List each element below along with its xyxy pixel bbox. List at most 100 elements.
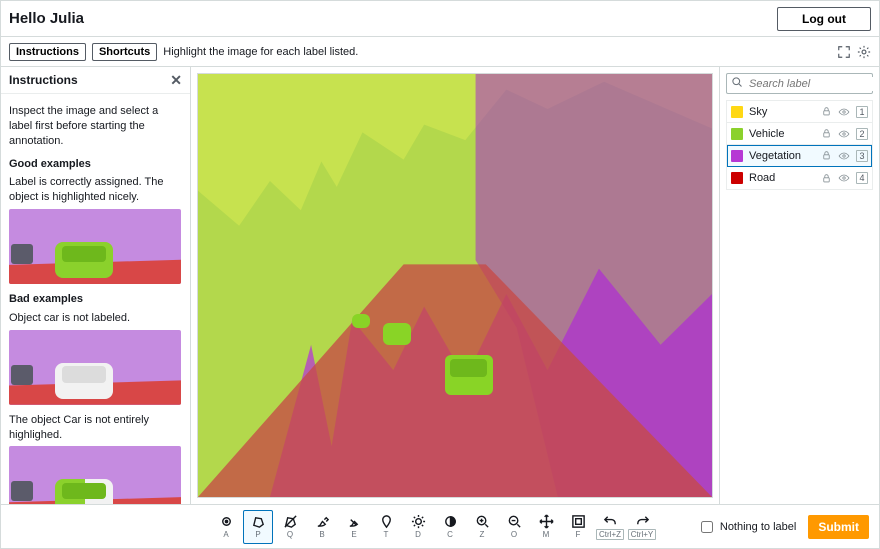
label-swatch xyxy=(731,172,743,184)
point-icon xyxy=(219,514,234,529)
tool-shortcut: E xyxy=(351,530,356,539)
zoom-in-icon xyxy=(475,514,490,529)
tool-redo-button[interactable]: Ctrl+Y xyxy=(627,510,657,544)
label-name: Sky xyxy=(749,106,814,118)
bad-example-1-text: Object car is not labeled. xyxy=(9,311,182,326)
tool-zoom-out-button[interactable]: O xyxy=(499,510,529,544)
tool-shortcut: B xyxy=(319,530,324,539)
instructions-intro: Inspect the image and select a label fir… xyxy=(9,104,182,149)
label-name: Vegetation xyxy=(749,150,814,162)
label-swatch xyxy=(731,128,743,140)
tool-shortcut: Ctrl+Y xyxy=(628,529,656,540)
tool-move-button[interactable]: M xyxy=(531,510,561,544)
submit-button[interactable]: Submit xyxy=(808,515,869,539)
shortcuts-button[interactable]: Shortcuts xyxy=(92,43,157,61)
eraser-icon xyxy=(347,514,362,529)
bad-example-1-image xyxy=(9,330,181,405)
tool-shortcut: Z xyxy=(480,530,485,539)
nothing-to-label-checkbox[interactable]: Nothing to label xyxy=(697,518,796,536)
tool-point-button[interactable]: A xyxy=(211,510,241,544)
eye-icon[interactable] xyxy=(838,150,850,162)
lock-icon[interactable] xyxy=(820,106,832,118)
task-hint-text: Highlight the image for each label liste… xyxy=(163,46,358,58)
secondary-bar: Instructions Shortcuts Highlight the ima… xyxy=(1,37,879,67)
label-shortcut: 3 xyxy=(856,150,868,162)
top-bar: Hello Julia Log out xyxy=(1,1,879,37)
labels-list: Sky 1 Vehicle 2 Vegetation 3 Road 4 xyxy=(726,100,873,190)
label-name: Vehicle xyxy=(749,128,814,140)
bottom-toolbar: A P Q B E T D C Z O M F Ctrl+Z Ctrl+Y Nothing to labe… xyxy=(1,504,879,548)
canvas-wrapper xyxy=(191,67,719,504)
lock-icon[interactable] xyxy=(820,150,832,162)
move-icon xyxy=(539,514,554,529)
label-row-vegetation[interactable]: Vegetation 3 xyxy=(727,145,872,167)
instructions-panel: Instructions ✕ Inspect the image and sel… xyxy=(1,67,191,504)
lock-icon[interactable] xyxy=(820,172,832,184)
tool-shortcut: A xyxy=(223,530,228,539)
label-row-sky[interactable]: Sky 1 xyxy=(727,101,872,123)
bad-examples-heading: Bad examples xyxy=(9,292,182,307)
tool-shortcut: Ctrl+Z xyxy=(596,529,624,540)
undo-icon xyxy=(603,513,618,528)
label-search-input[interactable] xyxy=(747,77,879,91)
dropper-icon xyxy=(379,514,394,529)
vehicle-mask-1 xyxy=(445,355,493,395)
tools-row: A P Q B E T D C Z O M F Ctrl+Z Ctrl+Y xyxy=(211,510,657,544)
nothing-to-label-input[interactable] xyxy=(701,521,713,533)
tool-brush-button[interactable]: B xyxy=(307,510,337,544)
fullscreen-icon[interactable] xyxy=(837,45,851,59)
tool-shortcut: Q xyxy=(287,530,293,539)
tool-shortcut: D xyxy=(415,530,421,539)
nothing-to-label-text: Nothing to label xyxy=(720,521,796,533)
tool-eraser-button[interactable]: E xyxy=(339,510,369,544)
instructions-toggle-button[interactable]: Instructions xyxy=(9,43,86,61)
label-shortcut: 4 xyxy=(856,172,868,184)
tool-polygon-button[interactable]: P xyxy=(243,510,273,544)
good-example-image xyxy=(9,209,181,284)
instructions-body: Inspect the image and select a label fir… xyxy=(1,94,190,504)
label-row-vehicle[interactable]: Vehicle 2 xyxy=(727,123,872,145)
tool-dropper-button[interactable]: T xyxy=(371,510,401,544)
tool-contrast-button[interactable]: C xyxy=(435,510,465,544)
tool-zoom-in-button[interactable]: Z xyxy=(467,510,497,544)
tool-shortcut: C xyxy=(447,530,453,539)
label-shortcut: 1 xyxy=(856,106,868,118)
logout-button[interactable]: Log out xyxy=(777,7,871,31)
lock-icon[interactable] xyxy=(820,128,832,140)
tool-polygon-sub-button[interactable]: Q xyxy=(275,510,305,544)
bad-example-2-text: The object Car is not entirely highlighe… xyxy=(9,413,182,443)
tool-shortcut: P xyxy=(255,530,260,539)
tool-shortcut: O xyxy=(511,530,517,539)
eye-icon[interactable] xyxy=(838,128,850,140)
contrast-icon xyxy=(443,514,458,529)
redo-icon xyxy=(635,513,650,528)
tool-shortcut: T xyxy=(384,530,389,539)
good-examples-text: Label is correctly assigned. The object … xyxy=(9,175,182,205)
close-icon[interactable]: ✕ xyxy=(170,73,182,87)
tool-shortcut: F xyxy=(576,530,581,539)
vehicle-mask-3 xyxy=(352,314,370,328)
good-examples-heading: Good examples xyxy=(9,157,182,172)
tool-shortcut: M xyxy=(543,530,550,539)
zoom-out-icon xyxy=(507,514,522,529)
vehicle-mask-2 xyxy=(383,323,411,345)
annotation-canvas[interactable] xyxy=(197,73,713,498)
eye-icon[interactable] xyxy=(838,172,850,184)
brightness-icon xyxy=(411,514,426,529)
tool-fit-button[interactable]: F xyxy=(563,510,593,544)
search-icon xyxy=(731,76,743,91)
eye-icon[interactable] xyxy=(838,106,850,118)
polygon-icon xyxy=(251,514,266,529)
label-search[interactable] xyxy=(726,73,873,94)
brush-icon xyxy=(315,514,330,529)
label-name: Road xyxy=(749,172,814,184)
tool-undo-button[interactable]: Ctrl+Z xyxy=(595,510,625,544)
label-shortcut: 2 xyxy=(856,128,868,140)
greeting-text: Hello Julia xyxy=(9,10,84,27)
label-swatch xyxy=(731,106,743,118)
instructions-title: Instructions xyxy=(9,73,78,87)
label-row-road[interactable]: Road 4 xyxy=(727,167,872,189)
polygon-sub-icon xyxy=(283,514,298,529)
gear-icon[interactable] xyxy=(857,45,871,59)
tool-brightness-button[interactable]: D xyxy=(403,510,433,544)
